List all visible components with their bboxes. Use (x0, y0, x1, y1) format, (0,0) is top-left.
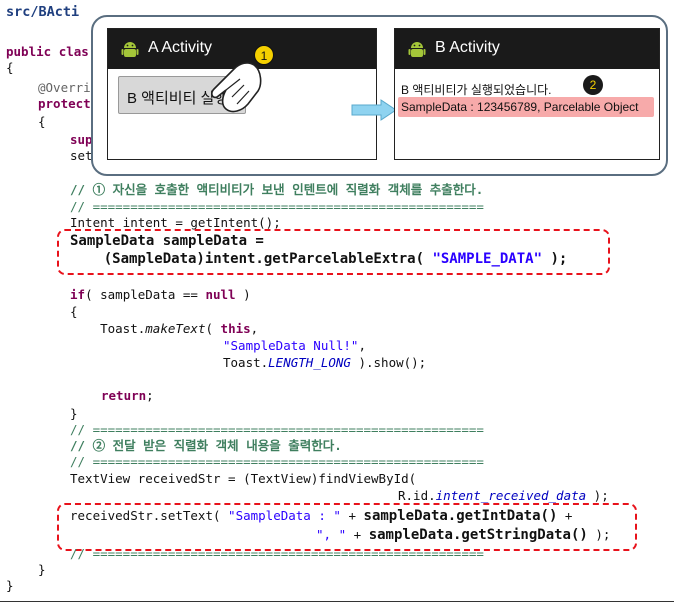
cast-end: ); (542, 251, 568, 267)
toast-paren: ( (205, 321, 221, 336)
rid-end: ); (586, 488, 609, 503)
plus-op: + (346, 527, 369, 542)
toast-line: Toast.makeText( this, (70, 321, 258, 337)
comment-rule: // =====================================… (70, 546, 484, 561)
received-data-text: SampleData : 123456789, Parcelable Objec… (401, 100, 639, 114)
separator-string: ", " (316, 527, 347, 542)
setcontent-call: set (70, 148, 93, 163)
null-message-string: "SampleData Null!" (223, 338, 359, 353)
if-end: ) (235, 287, 251, 302)
public-keyword: public (6, 44, 52, 59)
cast-call: (SampleData)intent.getParcelableExtra( (70, 251, 433, 267)
comment-rule: // =====================================… (70, 199, 484, 214)
settext-line-2: ", " + sampleData.getStringData() ); (316, 527, 610, 543)
comment-rule: // =====================================… (70, 422, 484, 437)
sample-decl-line: SampleData sampleData = (70, 233, 264, 249)
comment-extract: // ① 자신을 호출한 액티비티가 보낸 인텐트에 직렬화 객체를 추출한다. (70, 182, 484, 197)
toast-class: Toast. (223, 355, 269, 370)
if-condition: ( sampleData == (85, 287, 206, 302)
settext-line: receivedStr.setText( "SampleData : " + s… (70, 508, 572, 524)
textview-line: TextView receivedStr = (TextView)findVie… (70, 471, 417, 486)
if-line: if( sampleData == null ) (70, 287, 251, 303)
class-keyword: clas (58, 44, 89, 59)
toast-message-line: "SampleData Null!", (223, 338, 366, 354)
getstringdata-call: sampleData.getStringData() (368, 527, 588, 543)
activity-demo-panel: A Activity B 액티비티 실행 1 B Activity B 액티비티… (91, 15, 668, 176)
tap-hand-icon (211, 62, 262, 113)
method-close-brace: } (38, 562, 46, 577)
rid-line: R.id.intent_received_data ); (398, 488, 609, 504)
sampledata-label-string: "SampleData : " (228, 508, 341, 523)
class-brace: { (6, 60, 14, 75)
rid-field: intent_received_data (435, 488, 587, 503)
rid-prefix: R.id. (398, 488, 436, 503)
plus-op: + (557, 508, 573, 523)
comment-print: // ② 전달 받은 직렬화 객체 내용을 출력한다. (70, 438, 342, 453)
protected-keyword: protect (38, 96, 91, 111)
return-semicolon: ; (146, 388, 154, 403)
bottom-divider (0, 601, 674, 602)
length-long-constant: LENGTH_LONG (268, 355, 351, 370)
toast-message-comma: , (358, 338, 366, 353)
toast-prefix: Toast. (70, 321, 146, 336)
method-brace: { (38, 114, 46, 129)
sample-cast-line: (SampleData)intent.getParcelableExtra( "… (70, 251, 568, 267)
getintdata-call: sampleData.getIntData() (363, 508, 558, 524)
sample-key-string: "SAMPLE_DATA" (432, 251, 543, 267)
if-brace: { (70, 304, 78, 319)
b-activity-message: B 액티비티가 실행되었습니다. (401, 83, 552, 97)
step-badge-2: 2 (583, 75, 603, 95)
b-activity-titlebar: B Activity (395, 29, 659, 69)
class-declaration: public clas (6, 44, 89, 60)
settext-call: receivedStr.setText( (70, 508, 229, 523)
toast-length-line: Toast.LENGTH_LONG ).show(); (223, 355, 426, 371)
step-badge-1: 1 (254, 45, 274, 65)
if-keyword: if (70, 287, 86, 302)
maketext-method: makeText (145, 321, 206, 336)
android-icon (121, 42, 139, 57)
b-activity-title: B Activity (435, 39, 500, 56)
android-icon (408, 42, 426, 57)
return-line: return; (101, 388, 154, 404)
file-path: src/BActi (6, 4, 80, 20)
a-activity-title: A Activity (148, 39, 213, 56)
plus-op: + (340, 508, 364, 523)
settext-end: ); (587, 527, 611, 542)
toast-show: ).show(); (350, 355, 427, 370)
null-keyword: null (205, 287, 236, 302)
right-arrow-icon (351, 99, 397, 121)
this-keyword: this (220, 321, 251, 336)
phone-b-activity: B Activity B 액티비티가 실행되었습니다. 2 SampleData… (394, 28, 660, 160)
phone-a-activity: A Activity B 액티비티 실행 1 (107, 28, 377, 160)
toast-comma: , (250, 321, 259, 336)
comment-rule: // =====================================… (70, 454, 484, 469)
if-close-brace: } (70, 406, 78, 421)
override-annotation: @Overri (38, 80, 91, 95)
return-keyword: return (101, 388, 147, 403)
class-close-brace: } (6, 578, 14, 593)
super-call: sup (70, 132, 93, 147)
